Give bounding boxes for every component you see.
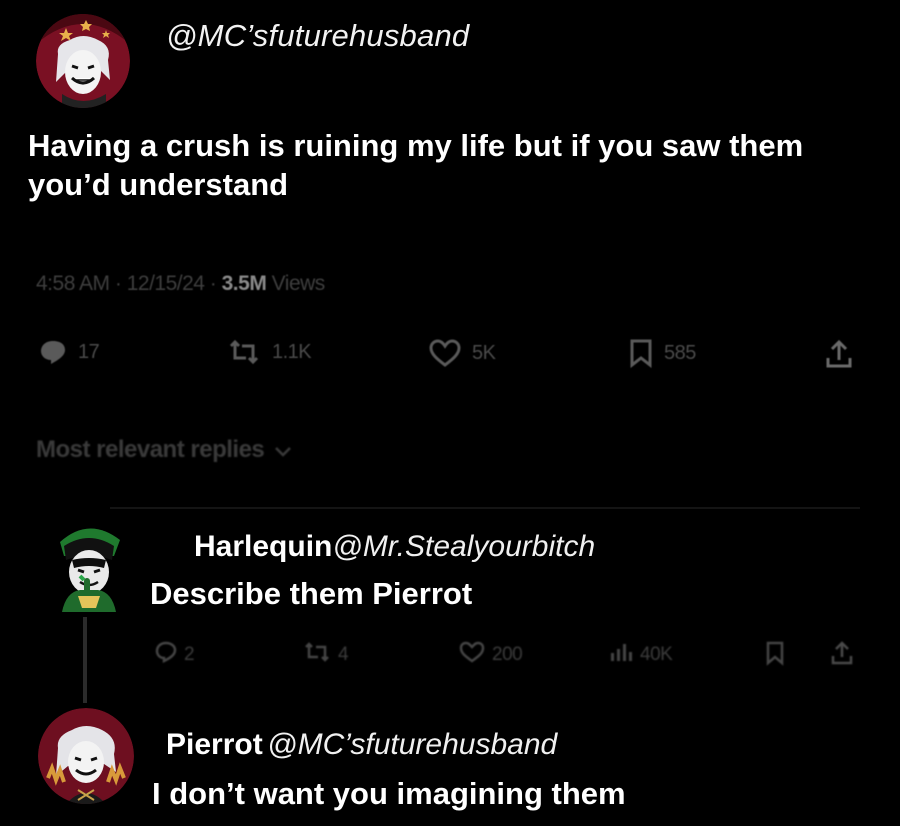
reply-avatar[interactable] [50,516,128,612]
reply-author-name[interactable]: Pierrot [166,728,263,761]
reply-author-name[interactable]: Harlequin [194,530,332,563]
tweet-text: Having a crush is ruining my life but if… [28,128,804,202]
chevron-down-icon [274,437,292,465]
retweet-count: 1.1K [272,340,312,363]
like-icon [428,338,462,368]
reply-bookmark-button[interactable] [764,640,786,672]
reply-retweet-count: 4 [338,644,349,665]
tweet-timestamp[interactable]: 4:58 AM · 12/15/24 · [36,272,222,295]
reply-author-handle[interactable]: @MC’sfuturehusband [267,728,557,761]
views-label: Views [266,272,326,295]
retweet-icon [226,338,262,366]
avatar[interactable] [36,14,130,108]
author-handle[interactable]: @MC’sfuturehusband [166,18,469,54]
reply-reply-count: 2 [184,644,195,665]
reply-like-button[interactable]: 200 [458,640,523,670]
reply-reply-button[interactable]: 2 [154,640,195,670]
reply-text: Describe them Pierrot [150,576,473,611]
tweet-actions: 17 1.1K 5K 585 [0,338,900,378]
share-icon [824,338,854,370]
reply-icon [154,640,178,670]
tweet-meta: 4:58 AM · 12/15/24 · 3.5M Views [36,272,325,296]
reply-like-count: 200 [492,644,523,665]
reply-count: 17 [78,340,100,363]
sort-label: Most relevant replies [36,436,265,463]
reply-icon [38,338,68,366]
reply-actions: 2 4 200 40K [0,640,900,672]
views-icon [608,640,634,670]
like-icon [458,640,486,670]
share-icon [830,640,854,672]
share-button[interactable] [824,338,854,370]
reply-retweet-button[interactable]: 4 [302,640,349,670]
retweet-icon [302,640,332,670]
reply-button[interactable]: 17 [38,338,100,366]
reply-text: I don’t want you imagining them [152,776,626,811]
reply-header: Pierrot @MC’sfuturehusband [166,728,557,762]
replies-sort-dropdown[interactable]: Most relevant replies [36,436,292,465]
bookmark-button[interactable]: 585 [628,338,696,368]
reply-author-handle[interactable]: @Mr.Stealyourbitch [332,530,595,563]
views-count: 3.5M [221,272,267,295]
like-button[interactable]: 5K [428,338,496,368]
reply-avatar[interactable] [38,708,134,804]
bookmark-icon [764,640,786,672]
retweet-button[interactable]: 1.1K [226,338,312,366]
like-count: 5K [472,341,496,364]
reply-header: Harlequin@Mr.Stealyourbitch [194,530,595,564]
bookmark-icon [628,338,654,368]
reply-views-button[interactable]: 40K [608,640,673,670]
reply-share-button[interactable] [830,640,854,672]
bookmark-count: 585 [664,341,696,364]
divider [110,507,860,509]
reply-views-count: 40K [640,644,673,665]
